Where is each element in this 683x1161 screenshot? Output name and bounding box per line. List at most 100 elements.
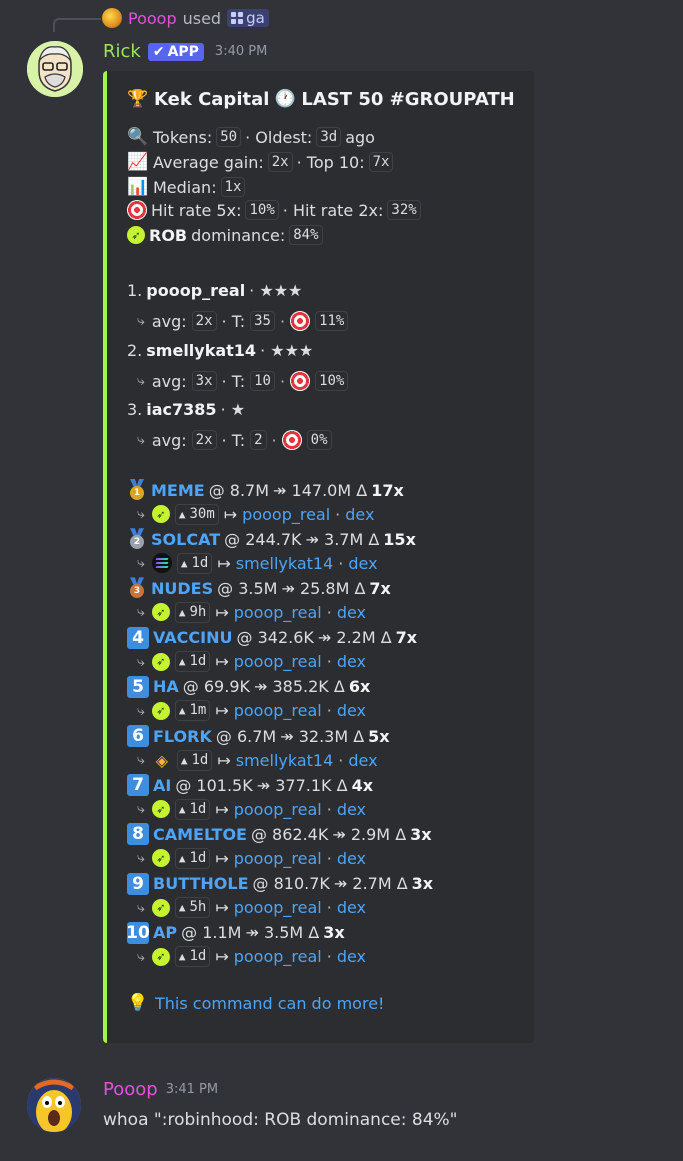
pooop-avatar[interactable] [27,1078,81,1132]
call-age-value: 1d [189,653,207,670]
call-age-value: 1d [189,800,207,817]
chart-increasing-icon: 📈 [127,152,149,172]
app-badge-label: APP [167,43,199,60]
call-ticker-link[interactable]: AI [153,776,171,795]
dex-link[interactable]: dex [337,800,366,819]
robinhood-icon: ➶ [151,505,170,523]
target-icon [281,430,302,450]
dex-link[interactable]: dex [345,505,374,524]
rank-number-icon: 7 [127,774,149,797]
call-ticker-link[interactable]: CAMELTOE [153,825,247,844]
command-chip[interactable]: ga [227,9,269,27]
robinhood-icon: ➶ [151,947,170,966]
separator-dot: · [326,947,332,967]
caller-link[interactable]: pooop_real [234,652,322,671]
message2-text: whoa ":robinhood: ROB dominance: 84%" [103,1110,458,1130]
leader-stars: · ★ [220,400,246,419]
caller-link[interactable]: pooop_real [242,505,330,524]
pooop-mini-avatar[interactable] [102,8,122,28]
dex-link[interactable]: dex [337,603,366,622]
dex-link[interactable]: dex [348,554,377,573]
oldest-label: · Oldest: [245,127,313,147]
rick-username[interactable]: Rick [103,41,141,62]
dex-link[interactable]: dex [337,701,366,720]
lightbulb-icon: 💡 [127,993,149,1013]
call-details: ⤷ ◈ ▲ 1d ↦ smellykat14 · dex [137,749,378,771]
rick-avatar[interactable] [27,41,83,97]
call-multiplier: 3x [323,923,345,943]
call-ticker-link[interactable]: NUDES [151,579,213,598]
call-age-chip: ▲ 9h [174,601,211,623]
call-age-value: 9h [189,603,207,620]
embed-footer[interactable]: 💡 This command can do more! [127,992,384,1014]
call-entry-mcap: @ 101.5K [175,775,253,795]
robinhood-icon: ➶ [151,701,170,720]
leader-name: iac7385 [146,400,217,419]
message-timestamp[interactable]: 3:40 PM [215,44,267,59]
dex-link[interactable]: dex [337,849,366,868]
indent-arrow-icon: ⤷ [137,653,145,670]
leader-avg-value: 3x [191,371,217,391]
call-ticker-link[interactable]: SOLCAT [151,530,220,549]
separator-dot: · [271,430,277,450]
indent-arrow-icon: ⤷ [137,506,145,522]
stat-dominance: ➶ ROB dominance: 84% [127,225,323,245]
maps-to-icon: ↦ [215,652,229,672]
indent-arrow-icon: ⤷ [137,702,145,719]
call-age-chip: ▲ 5h [174,897,211,919]
caller-link[interactable]: pooop_real [234,603,322,622]
call-age-chip: ▲ 1d [176,749,213,771]
stat-average: 📈 Average gain: 2x · Top 10: 7x [127,151,394,173]
call-ticker-link[interactable]: VACCINU [153,628,233,647]
caller-link[interactable]: pooop_real [234,947,322,966]
call-ticker-link[interactable]: BUTTHOLE [153,874,249,893]
call-peak-mcap: ↠ 147.0M Δ [273,480,368,500]
caller-link[interactable]: pooop_real [234,800,322,819]
caller-link[interactable]: pooop_real [234,849,322,868]
call-age-chip: ▲ 1d [174,798,211,820]
dex-link[interactable]: dex [337,898,366,917]
embed-card: 🏆 Kek Capital 🕐 LAST 50 #GROUPATH 🔍 Toke… [103,71,534,1043]
up-arrow-icon: ▲ [178,901,186,915]
call-peak-mcap: ↠ 2.2M Δ [317,628,392,648]
message2-timestamp[interactable]: 3:41 PM [166,1082,218,1097]
indent-arrow-icon: ⤷ [137,801,145,818]
embed-title-name: Kek Capital [154,88,270,110]
indent-arrow-icon: ⤷ [137,899,145,916]
leader-rank: 1. [127,281,143,300]
indent-arrow-icon: ⤷ [137,948,145,965]
medal-icon: 1 [127,479,147,501]
call-row: 4 VACCINU @ 342.6K ↠ 2.2M Δ 7x [127,626,417,649]
caller-link[interactable]: pooop_real [234,701,322,720]
call-ticker-link[interactable]: HA [153,677,179,696]
caller-link[interactable]: smellykat14 [236,554,334,573]
reply-context[interactable]: Pooop used ga [102,7,269,29]
call-ticker-link[interactable]: FLORK [153,727,212,746]
separator-dot: · [326,701,332,721]
caller-link[interactable]: smellykat14 [236,751,334,770]
separator-dot: · [326,848,332,868]
call-row: 10 AP @ 1.1M ↠ 3.5M Δ 3x [126,921,345,944]
medal-icon: 3 [127,577,147,599]
footer-link[interactable]: This command can do more! [155,994,384,1013]
separator-dot: · [279,371,286,391]
tokens-label: Tokens: [153,127,213,147]
robinhood-icon: ➶ [151,652,170,671]
leader-row: 3. iac7385 · ★ [127,400,245,419]
call-age-value: 1d [189,948,207,965]
caller-link[interactable]: pooop_real [234,898,322,917]
hit2-label: · Hit rate 2x: [282,200,384,220]
dex-link[interactable]: dex [337,652,366,671]
call-ticker-link[interactable]: MEME [151,481,205,500]
call-multiplier: 3x [411,874,434,894]
call-ticker-link[interactable]: AP [153,923,177,942]
dex-link[interactable]: dex [348,751,377,770]
call-details: ⤷ ▲ 1d ↦ smellykat14 · dex [137,552,378,574]
call-peak-mcap: ↠ 32.3M Δ [280,726,365,746]
call-entry-mcap: @ 810.7K [252,874,330,894]
reply-username[interactable]: Pooop [128,9,177,28]
dex-link[interactable]: dex [337,947,366,966]
top10-label: · Top 10: [296,152,365,172]
pooop-username[interactable]: Pooop [103,1079,158,1100]
medal-icon: 2 [127,528,147,550]
